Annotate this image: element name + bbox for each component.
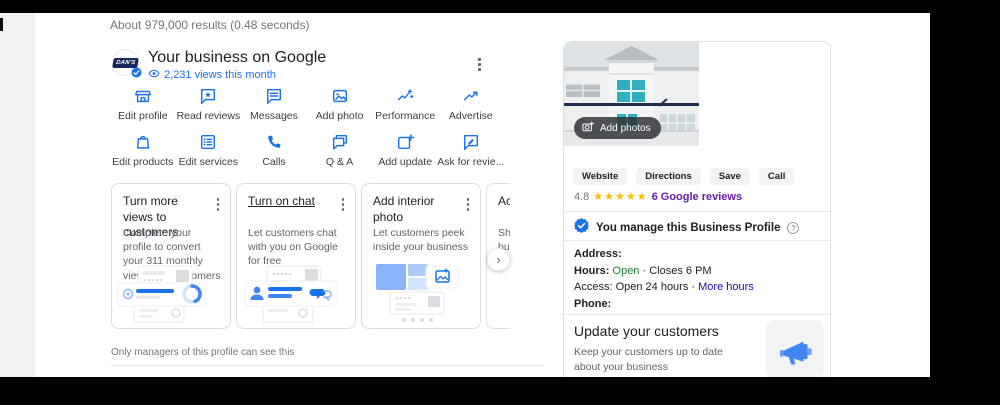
website-button[interactable]: Website: [573, 168, 628, 185]
card-menu-button[interactable]: [215, 196, 222, 213]
photo-icon: [331, 87, 349, 105]
manage-profile-text: You manage this Business Profile: [596, 222, 781, 234]
action-read-reviews[interactable]: Read reviews: [176, 87, 242, 122]
results-stats: About 979,000 results (0.48 seconds): [110, 18, 310, 32]
knowledge-panel-actions: Website Directions Save Call: [573, 168, 795, 185]
review-bubble-icon: [199, 87, 217, 105]
shopping-bag-icon: [134, 133, 152, 151]
chat-lines-icon: [265, 87, 283, 105]
views-this-month[interactable]: 2,231 views this month: [148, 69, 276, 81]
phone-icon: [265, 133, 283, 151]
promo-card-complete-profile[interactable]: Turn more views to customers Complete yo…: [111, 183, 231, 329]
camera-plus-icon: [582, 121, 595, 135]
eye-icon: [148, 69, 160, 81]
verified-manager-badge-icon: [574, 218, 589, 238]
business-menu-button[interactable]: [476, 56, 483, 73]
star-rating-icons: ★★★★★: [593, 191, 648, 203]
action-grid-row2: Edit products Edit services Calls Q & A …: [110, 133, 504, 168]
hours-row: Hours: Open · Closes 6 PM: [574, 264, 712, 277]
chat-illustration: [241, 264, 351, 324]
action-ask-for-reviews[interactable]: Ask for revie...: [437, 133, 504, 168]
directions-button[interactable]: Directions: [636, 168, 701, 185]
card-menu-button[interactable]: [465, 196, 472, 213]
action-edit-profile[interactable]: Edit profile: [110, 87, 176, 122]
divider: [564, 240, 830, 241]
storefront-icon: [134, 87, 152, 105]
post-add-icon: [396, 133, 415, 151]
call-button[interactable]: Call: [758, 168, 795, 185]
action-edit-products[interactable]: Edit products: [110, 133, 176, 168]
action-add-photo[interactable]: Add photo: [307, 87, 373, 122]
profile-progress-illustration: [116, 264, 226, 324]
page-title: Your business on Google: [148, 49, 327, 66]
add-photos-button[interactable]: Add photos: [574, 117, 661, 139]
business-details: Address: Hours: Open · Closes 6 PM Acces…: [574, 246, 754, 312]
help-icon[interactable]: ?: [787, 222, 800, 234]
trending-up-icon: [462, 87, 480, 105]
update-customers-body: Keep your customers up to date about you…: [574, 346, 723, 374]
managers-only-note: Only managers of this profile can see th…: [111, 347, 295, 358]
photo-grid-illustration: [366, 264, 476, 324]
action-grid-row1: Edit profile Read reviews Messages Add p…: [110, 87, 504, 122]
carousel-next-button[interactable]: ›: [487, 248, 510, 271]
verified-badge-icon: [131, 65, 142, 78]
promo-cards-carousel: Turn more views to customers Complete yo…: [111, 183, 510, 333]
divider: [564, 211, 830, 212]
rate-review-icon: [462, 133, 480, 151]
rail-marker: [0, 18, 3, 31]
update-customers-title: Update your customers: [574, 323, 719, 339]
access-row: Access: Open 24 hours · More hours: [574, 281, 754, 293]
action-add-update[interactable]: Add update: [372, 133, 438, 168]
performance-chart-icon: [396, 87, 414, 105]
save-button[interactable]: Save: [709, 168, 750, 185]
google-reviews-link[interactable]: 6 Google reviews: [652, 191, 742, 203]
results-divider: [111, 365, 543, 366]
left-rail: [0, 13, 35, 377]
open-status: Open: [612, 264, 640, 277]
action-calls[interactable]: Calls: [241, 133, 307, 168]
action-advertise[interactable]: Advertise: [438, 87, 504, 122]
turn-on-chat-link[interactable]: Turn on chat: [248, 194, 334, 210]
question-answer-icon: [331, 133, 349, 151]
promo-card-add-interior-photo[interactable]: Add interior photo Let customers peek in…: [361, 183, 481, 329]
action-qa[interactable]: Q & A: [307, 133, 373, 168]
phone-row: Phone:: [574, 297, 612, 310]
business-cover-photo[interactable]: Add photos: [564, 42, 699, 146]
action-performance[interactable]: Performance: [372, 87, 438, 122]
action-messages[interactable]: Messages: [241, 87, 307, 122]
divider: [564, 314, 830, 315]
list-icon: [199, 133, 217, 151]
card-menu-button[interactable]: [340, 196, 347, 213]
rating-row: 4.8 ★★★★★ 6 Google reviews: [574, 190, 742, 204]
serp-page: About 979,000 results (0.48 seconds) DAN…: [0, 13, 930, 377]
address-row: Address:: [574, 248, 622, 260]
action-edit-services[interactable]: Edit services: [176, 133, 242, 168]
more-hours-link[interactable]: More hours: [698, 281, 754, 293]
views-text: 2,231 views this month: [164, 69, 276, 81]
manage-profile-row: You manage this Business Profile ?: [574, 218, 800, 238]
megaphone-illustration: [766, 320, 824, 377]
rating-score: 4.8: [574, 190, 590, 203]
knowledge-panel: Add photos Website Directions Save Call …: [563, 41, 831, 377]
promo-card-turn-on-chat[interactable]: Turn on chat Let customers chat with you…: [236, 183, 356, 329]
